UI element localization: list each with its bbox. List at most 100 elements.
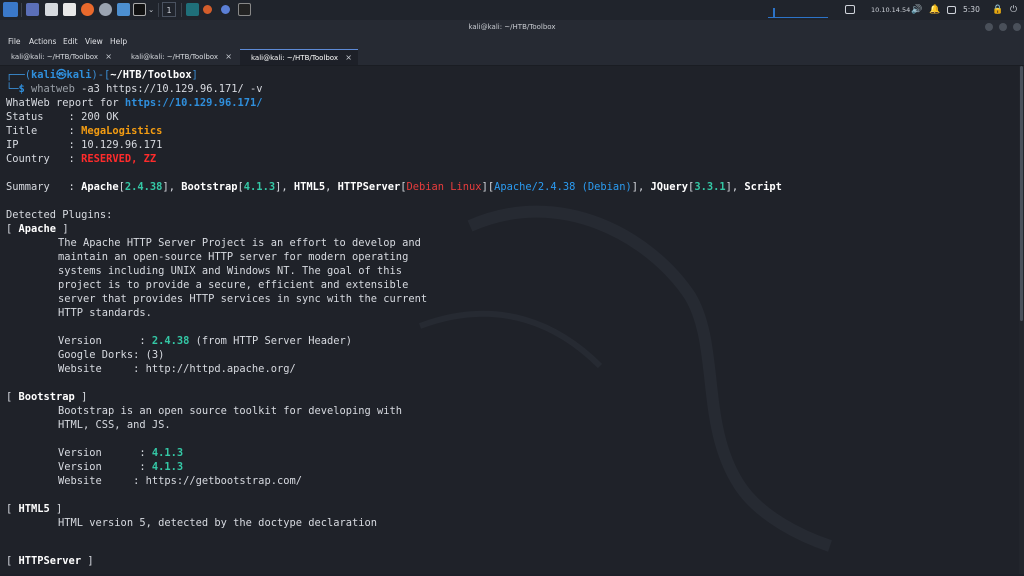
tab-label: kali@kali: ~/HTB/Toolbox xyxy=(11,53,98,61)
apache-plugin-name: Apache xyxy=(18,223,57,235)
menu-help[interactable]: Help xyxy=(110,34,127,49)
apache-desc-line: The Apache HTTP Server Project is an eff… xyxy=(58,237,421,249)
terminal-icon[interactable] xyxy=(133,3,146,16)
app-icon[interactable] xyxy=(221,5,230,14)
menu-actions[interactable]: Actions xyxy=(29,34,56,49)
detected-plugins-heading: Detected Plugins: xyxy=(6,209,113,221)
window-title: kali@kali: ~/HTB/Toolbox xyxy=(468,23,556,31)
settings-icon[interactable] xyxy=(99,3,112,16)
prompt-line-1: ┌──(kali㉿kali)-[~/HTB/Toolbox] xyxy=(6,68,198,82)
firefox-icon[interactable] xyxy=(81,3,94,16)
menu-view[interactable]: View xyxy=(85,34,103,49)
tab-close-icon[interactable]: × xyxy=(225,49,232,65)
tab-label: kali@kali: ~/HTB/Toolbox xyxy=(131,53,218,61)
app-s-icon[interactable] xyxy=(186,3,199,16)
battery-icon xyxy=(947,6,956,14)
notification-bell-icon[interactable]: 🔔 xyxy=(929,0,940,20)
bootstrap-version-value: 4.1.3 xyxy=(151,461,184,473)
summary-label: Summary : xyxy=(6,181,82,193)
window-titlebar[interactable]: kali@kali: ~/HTB/Toolbox xyxy=(0,20,1024,34)
screenshot-icon[interactable] xyxy=(117,3,130,16)
ip-label: IP : xyxy=(6,139,82,151)
desktop-icon[interactable] xyxy=(26,3,39,16)
bracket-open: [ xyxy=(6,555,19,567)
apache-desc-line: HTTP standards. xyxy=(58,307,152,319)
tab-close-icon[interactable]: × xyxy=(345,50,352,66)
prompt-path: ~/HTB/Toolbox xyxy=(110,69,192,81)
prompt-line-2: └─$ whatweb -a3 https://10.129.96.171/ -… xyxy=(6,82,263,96)
ip-address: 10.10.14.54 xyxy=(871,6,911,14)
ip-value: 10.129.96.171 xyxy=(81,139,163,151)
bootstrap-desc-line: HTML, CSS, and JS. xyxy=(58,419,171,431)
minimize-button[interactable] xyxy=(985,23,993,31)
report-url[interactable]: https://10.129.96.171/ xyxy=(125,97,263,109)
chevron-down-icon[interactable]: ⌄ xyxy=(148,0,154,20)
network-graph-icon xyxy=(768,8,828,18)
bracket-open: [ xyxy=(6,223,19,235)
bootstrap-plugin-name: Bootstrap xyxy=(18,391,75,403)
taskbar-separator xyxy=(21,3,22,17)
bootstrap-plugin-header: [ Bootstrap ] xyxy=(6,390,87,404)
scrollbar-thumb[interactable] xyxy=(1020,66,1023,321)
title-line: Title : MegaLogistics xyxy=(6,124,162,138)
tab-close-icon[interactable]: × xyxy=(105,49,112,65)
terminal-output[interactable]: ┌──(kali㉿kali)-[~/HTB/Toolbox] └─$ whatw… xyxy=(0,66,1019,574)
summary-httpserver: HTTPServer xyxy=(337,181,401,193)
menu-edit[interactable]: Edit xyxy=(63,34,78,49)
clock: 5:30 xyxy=(963,5,980,14)
summary-os: Debian Linux xyxy=(406,181,482,193)
country-label: Country : xyxy=(6,153,82,165)
apache-desc-line: project is to provide a secure, efficien… xyxy=(58,279,409,291)
html5-desc-line: HTML version 5, detected by the doctype … xyxy=(58,517,378,529)
summary-apache-version: 2.4.38 xyxy=(124,181,163,193)
prompt-corner: ┌──( xyxy=(6,69,32,81)
volume-icon[interactable]: 🔊 xyxy=(911,0,922,20)
tab-terminal-3[interactable]: kali@kali: ~/HTB/Toolbox × xyxy=(240,49,358,65)
summary-jquery: JQuery xyxy=(650,181,689,193)
monitor-icon xyxy=(845,5,855,14)
apache-version-line: Version : 2.4.38 (from HTTP Server Heade… xyxy=(58,334,352,348)
command-name: whatweb xyxy=(31,83,75,95)
bootstrap-website-line: Website : https://getbootstrap.com/ xyxy=(58,475,302,487)
status-value: 200 OK xyxy=(81,111,119,123)
workspace-indicator[interactable]: 1 xyxy=(162,2,176,17)
title-value: MegaLogistics xyxy=(81,125,163,137)
terminal-window-icon[interactable] xyxy=(238,3,251,16)
summary-script: Script xyxy=(744,181,782,193)
apache-desc-line: systems including UNIX and Windows NT. T… xyxy=(58,265,403,277)
close-button[interactable] xyxy=(1013,23,1021,31)
country-value: RESERVED, ZZ xyxy=(81,153,157,165)
menu-bar: File Actions Edit View Help xyxy=(0,34,1024,49)
html5-plugin-header: [ HTML5 ] xyxy=(6,502,62,516)
bracket-close: ] xyxy=(49,503,63,515)
prompt-user: kali xyxy=(31,69,57,81)
bracket-close: ] xyxy=(81,555,94,567)
command-args: -a3 https://10.129.96.171/ -v xyxy=(74,83,263,95)
apache-version-label: Version : xyxy=(58,335,152,347)
bracket-close: ] xyxy=(56,223,69,235)
summary-server: Apache/2.4.38 (Debian) xyxy=(494,181,632,193)
terminal-scrollbar[interactable] xyxy=(1019,66,1024,574)
status-line: Status : 200 OK xyxy=(6,110,119,124)
prompt-host: kali xyxy=(66,69,92,81)
summary-html5: HTML5 xyxy=(293,181,326,193)
text-editor-icon[interactable] xyxy=(63,3,76,16)
tab-terminal-2[interactable]: kali@kali: ~/HTB/Toolbox × xyxy=(120,49,238,65)
taskbar-separator xyxy=(181,3,182,17)
tab-terminal-1[interactable]: kali@kali: ~/HTB/Toolbox × xyxy=(0,49,118,65)
apache-desc-line: maintain an open-source HTTP server for … xyxy=(58,251,409,263)
taskbar: ⌄ 1 10.10.14.54 🔊 🔔 5:30 🔒 ⏻ xyxy=(0,0,1024,21)
report-label: WhatWeb report for xyxy=(6,97,125,109)
menu-file[interactable]: File xyxy=(8,34,21,49)
lock-icon[interactable]: 🔒 xyxy=(992,0,1003,20)
bracket-close: ] xyxy=(74,391,88,403)
burp-icon[interactable] xyxy=(203,5,212,14)
power-icon[interactable]: ⏻ xyxy=(1010,0,1017,20)
file-manager-icon[interactable] xyxy=(45,3,58,16)
summary-line: Summary : Apache[2.4.38], Bootstrap[4.1.… xyxy=(6,181,782,193)
prompt-corner-bottom: └─ xyxy=(6,83,19,95)
tab-bar: kali@kali: ~/HTB/Toolbox × kali@kali: ~/… xyxy=(0,49,1024,66)
kali-menu-icon[interactable] xyxy=(3,2,18,17)
apache-desc-line: server that provides HTTP services in sy… xyxy=(58,293,428,305)
maximize-button[interactable] xyxy=(999,23,1007,31)
